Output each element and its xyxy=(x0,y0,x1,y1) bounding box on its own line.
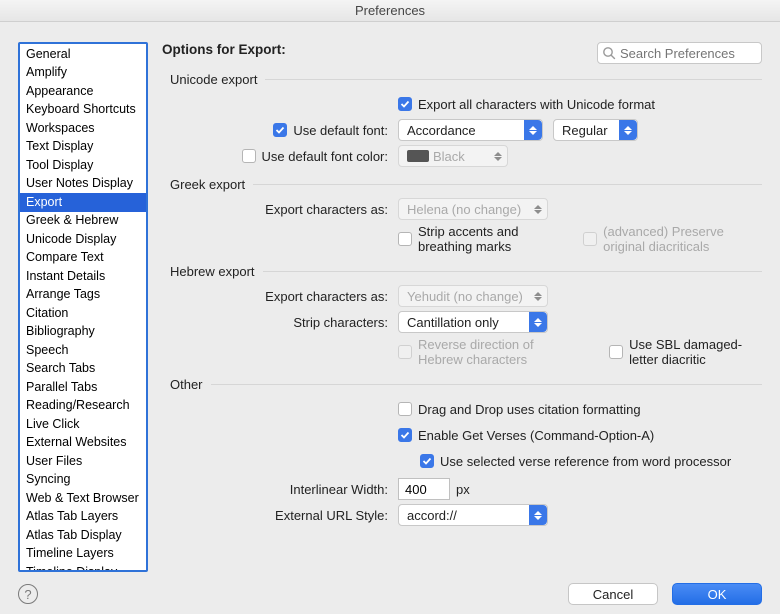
interlinear-width-unit: px xyxy=(456,482,470,497)
chevron-updown-icon xyxy=(524,120,542,140)
sidebar-item-syncing[interactable]: Syncing xyxy=(20,471,146,490)
hebrew-export-as-select: Yehudit (no change) xyxy=(398,285,548,307)
sidebar-item-greek-hebrew[interactable]: Greek & Hebrew xyxy=(20,212,146,231)
sidebar-item-export[interactable]: Export xyxy=(20,193,146,212)
greek-strip-accents-label: Strip accents and breathing marks xyxy=(418,224,553,254)
greek-preserve-diacritics-checkbox xyxy=(583,232,597,246)
chevron-updown-icon xyxy=(529,286,547,306)
sidebar-item-external-websites[interactable]: External Websites xyxy=(20,434,146,453)
use-default-color-checkbox[interactable] xyxy=(242,149,256,163)
sidebar-item-atlas-tab-layers[interactable]: Atlas Tab Layers xyxy=(20,508,146,527)
url-style-label: External URL Style: xyxy=(275,508,388,523)
greek-export-as-label: Export characters as: xyxy=(265,202,388,217)
sidebar-item-search-tabs[interactable]: Search Tabs xyxy=(20,360,146,379)
search-icon xyxy=(602,46,616,60)
group-hebrew-title: Hebrew export xyxy=(170,264,255,279)
greek-preserve-diacritics-label: (advanced) Preserve original diacritical… xyxy=(603,224,762,254)
sidebar-item-text-display[interactable]: Text Display xyxy=(20,138,146,157)
use-default-font-checkbox[interactable] xyxy=(273,123,287,137)
export-all-unicode-label: Export all characters with Unicode forma… xyxy=(418,97,655,112)
sidebar-item-speech[interactable]: Speech xyxy=(20,341,146,360)
group-unicode-title: Unicode export xyxy=(170,72,257,87)
chevron-updown-icon xyxy=(529,312,547,332)
chevron-updown-icon xyxy=(619,120,637,140)
window-titlebar: Preferences xyxy=(0,0,780,22)
search-preferences[interactable] xyxy=(597,42,762,64)
sidebar-item-appearance[interactable]: Appearance xyxy=(20,82,146,101)
sidebar-item-user-notes-display[interactable]: User Notes Display xyxy=(20,175,146,194)
chevron-updown-icon xyxy=(529,505,547,525)
hebrew-export-as-label: Export characters as: xyxy=(265,289,388,304)
dragdrop-citation-label: Drag and Drop uses citation formatting xyxy=(418,402,641,417)
page-title: Options for Export: xyxy=(162,42,286,57)
sidebar-item-tool-display[interactable]: Tool Display xyxy=(20,156,146,175)
sidebar-item-instant-details[interactable]: Instant Details xyxy=(20,267,146,286)
hebrew-strip-select[interactable]: Cantillation only xyxy=(398,311,548,333)
chevron-updown-icon xyxy=(529,199,547,219)
group-other-title: Other xyxy=(170,377,203,392)
get-verses-label: Enable Get Verses (Command-Option-A) xyxy=(418,428,654,443)
font-color-select: Black xyxy=(398,145,508,167)
interlinear-width-input[interactable] xyxy=(398,478,450,500)
category-sidebar[interactable]: GeneralAmplifyAppearanceKeyboard Shortcu… xyxy=(18,42,148,572)
sidebar-item-bibliography[interactable]: Bibliography xyxy=(20,323,146,342)
sidebar-item-atlas-tab-display[interactable]: Atlas Tab Display xyxy=(20,526,146,545)
sidebar-item-user-files[interactable]: User Files xyxy=(20,452,146,471)
sidebar-item-general[interactable]: General xyxy=(20,45,146,64)
chevron-updown-icon xyxy=(489,146,507,166)
sidebar-item-keyboard-shortcuts[interactable]: Keyboard Shortcuts xyxy=(20,101,146,120)
hebrew-sbl-checkbox[interactable] xyxy=(609,345,623,359)
sidebar-item-web-text-browser[interactable]: Web & Text Browser xyxy=(20,489,146,508)
selected-ref-checkbox[interactable] xyxy=(420,454,434,468)
sidebar-item-unicode-display[interactable]: Unicode Display xyxy=(20,230,146,249)
sidebar-item-timeline-display[interactable]: Timeline Display xyxy=(20,563,146,572)
dragdrop-citation-checkbox[interactable] xyxy=(398,402,412,416)
selected-ref-label: Use selected verse reference from word p… xyxy=(440,454,731,469)
use-default-color-label: Use default font color: xyxy=(262,149,388,164)
hebrew-sbl-label: Use SBL damaged-letter diacritic xyxy=(629,337,762,367)
get-verses-checkbox[interactable] xyxy=(398,428,412,442)
greek-strip-accents-checkbox[interactable] xyxy=(398,232,412,246)
ok-button[interactable]: OK xyxy=(672,583,762,605)
sidebar-item-workspaces[interactable]: Workspaces xyxy=(20,119,146,138)
group-greek-title: Greek export xyxy=(170,177,245,192)
hebrew-reverse-checkbox xyxy=(398,345,412,359)
font-name-select[interactable]: Accordance xyxy=(398,119,543,141)
search-input[interactable] xyxy=(597,42,762,64)
use-default-font-label: Use default font: xyxy=(293,123,388,138)
sidebar-item-parallel-tabs[interactable]: Parallel Tabs xyxy=(20,378,146,397)
sidebar-item-arrange-tags[interactable]: Arrange Tags xyxy=(20,286,146,305)
greek-export-as-select: Helena (no change) xyxy=(398,198,548,220)
sidebar-item-amplify[interactable]: Amplify xyxy=(20,64,146,83)
sidebar-item-live-click[interactable]: Live Click xyxy=(20,415,146,434)
sidebar-item-compare-text[interactable]: Compare Text xyxy=(20,249,146,268)
sidebar-item-citation[interactable]: Citation xyxy=(20,304,146,323)
sidebar-item-timeline-layers[interactable]: Timeline Layers xyxy=(20,545,146,564)
hebrew-strip-label: Strip characters: xyxy=(293,315,388,330)
cancel-button[interactable]: Cancel xyxy=(568,583,658,605)
hebrew-reverse-label: Reverse direction of Hebrew characters xyxy=(418,337,579,367)
interlinear-width-label: Interlinear Width: xyxy=(290,482,388,497)
font-style-select[interactable]: Regular xyxy=(553,119,638,141)
url-style-select[interactable]: accord:// xyxy=(398,504,548,526)
sidebar-item-reading-research[interactable]: Reading/Research xyxy=(20,397,146,416)
help-button[interactable]: ? xyxy=(18,584,38,604)
color-swatch-icon xyxy=(407,150,429,162)
export-all-unicode-checkbox[interactable] xyxy=(398,97,412,111)
